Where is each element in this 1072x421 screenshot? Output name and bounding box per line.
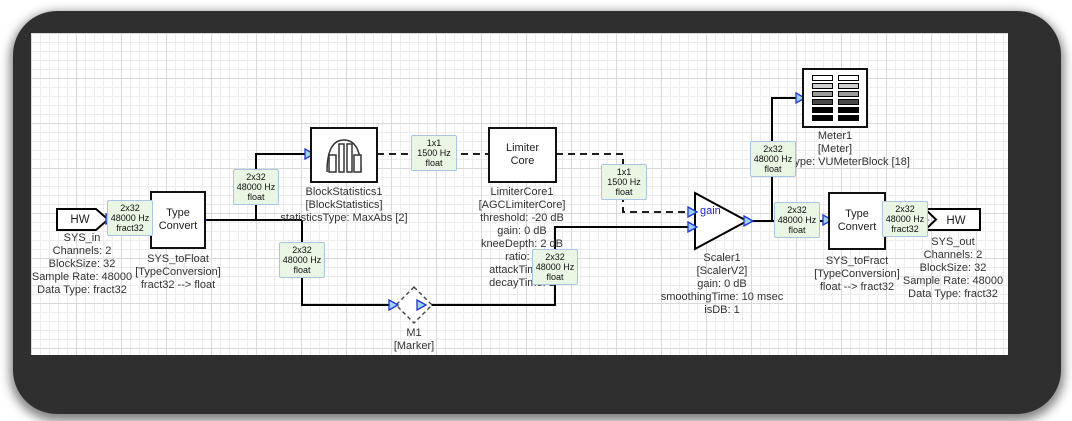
block-instance-name: M1	[406, 327, 422, 339]
block-limiter-core[interactable]: Limiter Core	[488, 127, 557, 183]
marker-input-pin[interactable]	[388, 298, 400, 312]
caption-marker: M1 [Marker]	[393, 327, 435, 352]
histogram-icon	[326, 139, 362, 173]
caption-blockstatistics: BlockStatistics1 [BlockStatistics] stati…	[280, 186, 408, 224]
scaler-block[interactable]	[694, 191, 750, 251]
block-instance-name: LimiterCore1	[490, 186, 554, 198]
scaler-gain-pin-label: gain	[700, 205, 721, 217]
sys-out-hw-label: HW	[946, 215, 965, 227]
wire-label[interactable]: 1x1 1500 Hz float	[601, 164, 647, 200]
block-title: Type Convert	[158, 207, 198, 232]
block-instance-name: BlockStatistics1	[305, 186, 383, 198]
block-title: Limiter Core	[505, 142, 539, 167]
block-instance-name: Scaler1	[703, 252, 741, 264]
awe-designer-window: HW HW Type Convert Limiter Core Type Con…	[0, 0, 1072, 421]
wire-label[interactable]: 2x32 48000 Hz fract32	[882, 201, 928, 237]
wire-label[interactable]: 1x1 1500 Hz float	[411, 135, 457, 171]
block-instance-name: SYS_toFloat	[147, 253, 209, 265]
block-instance-name: SYS_toFract	[825, 255, 889, 267]
caption-typeconvert-out: SYS_toFract [TypeConversion] float --> f…	[814, 255, 900, 293]
wire-label[interactable]: 2x32 48000 Hz float	[750, 141, 796, 177]
sys-in-hw-label: HW	[70, 214, 89, 226]
caption-sys-in: SYS_in Channels: 2 BlockSize: 32 Sample …	[31, 232, 133, 296]
caption-scaler: Scaler1 [ScalerV2] gain: 0 dB smoothingT…	[660, 252, 784, 316]
wire-label[interactable]: 2x32 48000 Hz float	[532, 249, 578, 285]
block-meter[interactable]	[802, 68, 868, 128]
wire-label[interactable]: 2x32 48000 Hz fract32	[107, 200, 153, 236]
block-typeconvert-out[interactable]: Type Convert	[828, 192, 886, 250]
vu-meter-icon	[811, 73, 859, 123]
block-instance-name: SYS_out	[931, 236, 975, 248]
block-blockstatistics[interactable]	[310, 127, 378, 183]
block-title: Type Convert	[837, 208, 877, 233]
wire-label[interactable]: 2x32 48000 Hz float	[233, 169, 279, 205]
caption-sys-out: SYS_out Channels: 2 BlockSize: 32 Sample…	[902, 236, 1004, 300]
caption-typeconvert-in: SYS_toFloat [TypeConversion] fract32 -->…	[135, 253, 221, 291]
scaler-output-pin[interactable]	[743, 214, 755, 228]
wire-label[interactable]: 2x32 48000 Hz float	[279, 242, 325, 278]
block-typeconvert-in[interactable]: Type Convert	[150, 191, 206, 249]
wire-label[interactable]: 2x32 48000 Hz float	[774, 202, 820, 238]
